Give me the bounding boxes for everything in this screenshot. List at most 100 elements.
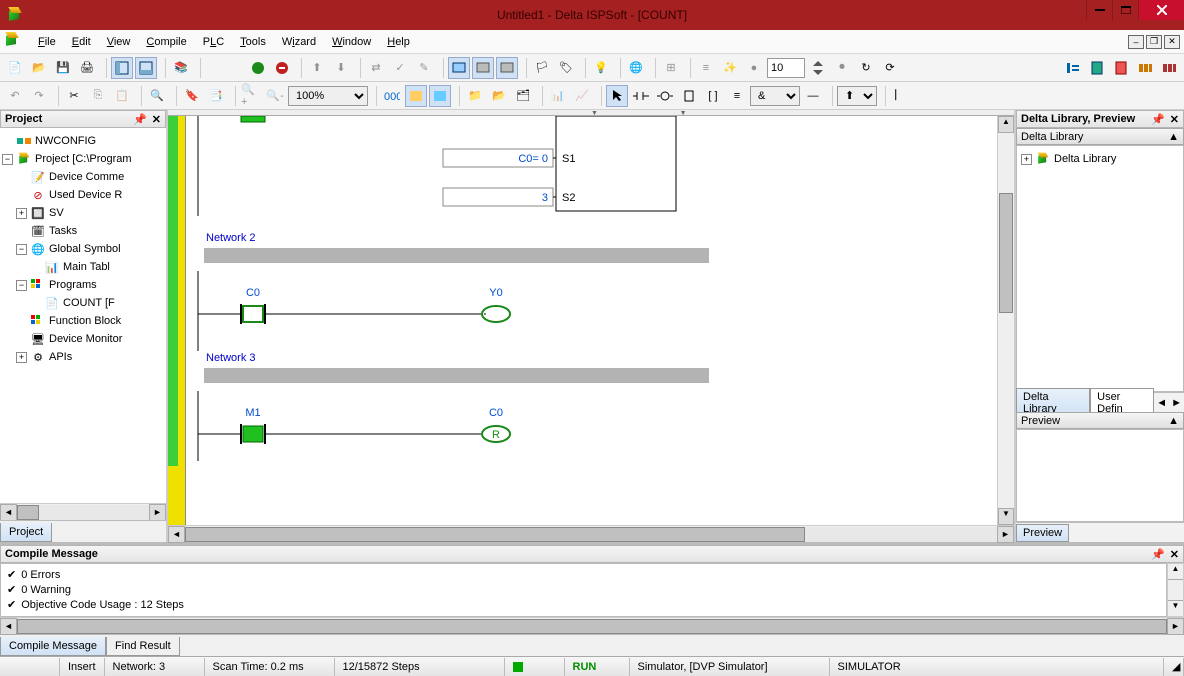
menu-help[interactable]: Help xyxy=(379,33,418,51)
menu-window[interactable]: Window xyxy=(324,33,379,51)
pointer-icon[interactable] xyxy=(606,85,628,107)
minimize-button[interactable] xyxy=(1086,0,1112,20)
monitor2-icon[interactable] xyxy=(472,57,494,79)
cut-icon[interactable]: ✂ xyxy=(63,85,85,107)
msg-hscroll[interactable]: ◄► xyxy=(0,617,1184,634)
compile-messages[interactable]: ✔0 Errors ✔0 Warning ✔Objective Code Usa… xyxy=(0,563,1167,617)
close-button[interactable] xyxy=(1138,0,1184,20)
scroll-left-icon[interactable]: ◄ xyxy=(0,504,17,521)
project-tree[interactable]: NWCONFIG −Project [C:\Program 📝Device Co… xyxy=(0,128,166,503)
block-icon[interactable] xyxy=(678,85,700,107)
tree-useddev[interactable]: Used Device R xyxy=(49,189,122,201)
msg-vscroll[interactable]: ▲ ▼ xyxy=(1167,563,1184,617)
brackets-icon[interactable]: [ ] xyxy=(702,85,724,107)
right-pin-icon[interactable]: 📌 xyxy=(1151,113,1165,126)
pin-icon[interactable]: 📌 xyxy=(133,113,147,126)
editor-hscroll[interactable]: ◄ ► xyxy=(168,525,1014,542)
menu-plc[interactable]: PLC xyxy=(195,33,232,51)
rtool4-icon[interactable] xyxy=(1134,57,1156,79)
preview-header[interactable]: Preview▲ xyxy=(1016,412,1184,429)
right-close-icon[interactable]: ✕ xyxy=(1170,113,1179,126)
menu-view[interactable]: View xyxy=(99,33,139,51)
menu-wizard[interactable]: Wizard xyxy=(274,33,324,51)
run-icon[interactable] xyxy=(247,57,269,79)
tab-nav-left[interactable]: ◄ xyxy=(1154,397,1169,409)
new-icon[interactable]: 📄 xyxy=(4,57,26,79)
save-icon[interactable]: 💾 xyxy=(52,57,74,79)
tree-dmon[interactable]: Device Monitor xyxy=(49,333,122,345)
compile-pin-icon[interactable]: 📌 xyxy=(1151,548,1165,561)
folder3-icon[interactable]: 🗂 xyxy=(512,85,534,107)
tree-programs[interactable]: Programs xyxy=(49,279,97,291)
ed-scroll-right[interactable]: ► xyxy=(997,526,1014,543)
tree-toggle[interactable]: − xyxy=(2,154,13,165)
tree-project[interactable]: Project [C:\Program xyxy=(35,153,132,165)
tree-nwconfig[interactable]: NWCONFIG xyxy=(35,135,96,147)
ladder-tool-icon[interactable]: 000 xyxy=(381,85,403,107)
panel-close-icon[interactable]: ✕ xyxy=(152,113,161,126)
pos-select[interactable]: ⬆ xyxy=(837,86,877,106)
zoom-select[interactable]: 100% xyxy=(288,86,368,106)
tag-icon[interactable]: 🏷 xyxy=(555,57,577,79)
ed-scroll-left[interactable]: ◄ xyxy=(168,526,185,543)
step-input[interactable] xyxy=(767,58,805,78)
menu-file[interactable]: File xyxy=(30,33,64,51)
view-project-icon[interactable] xyxy=(111,57,133,79)
preview-collapse-icon[interactable]: ▲ xyxy=(1168,415,1179,427)
tab-find-result[interactable]: Find Result xyxy=(106,637,180,656)
coil-icon[interactable] xyxy=(654,85,676,107)
mdi-minimize[interactable]: – xyxy=(1128,35,1144,49)
scroll-right-icon[interactable]: ► xyxy=(149,504,166,521)
tree-fblock[interactable]: Function Block xyxy=(49,315,121,327)
menu-compile[interactable]: Compile xyxy=(138,33,194,51)
stop-icon[interactable] xyxy=(271,57,293,79)
tree-gsym[interactable]: Global Symbol xyxy=(49,243,121,255)
lib-body[interactable]: +Delta Library xyxy=(1016,145,1184,392)
preview-tab[interactable]: Preview xyxy=(1016,524,1069,542)
find-icon[interactable]: 🔍 xyxy=(146,85,168,107)
sync-icon[interactable]: ⟳ xyxy=(879,57,901,79)
wand-icon[interactable]: ✨ xyxy=(719,57,741,79)
tree-devcomm[interactable]: Device Comme xyxy=(49,171,124,183)
ld-mode1-icon[interactable] xyxy=(405,85,427,107)
monitor3-icon[interactable] xyxy=(496,57,518,79)
bookmark-add-icon[interactable]: 🔖 xyxy=(181,85,203,107)
hline-icon[interactable]: — xyxy=(802,85,824,107)
folder-icon[interactable]: 📁 xyxy=(464,85,486,107)
tab-nav-right[interactable]: ► xyxy=(1169,397,1184,409)
folder2-icon[interactable]: 📂 xyxy=(488,85,510,107)
rtool3-icon[interactable] xyxy=(1110,57,1132,79)
bulb-icon[interactable]: 💡 xyxy=(590,57,612,79)
op-select[interactable]: & xyxy=(750,86,800,106)
mdi-close[interactable]: ✕ xyxy=(1164,35,1180,49)
bookmark-nav-icon[interactable]: 📑 xyxy=(205,85,227,107)
lib-header[interactable]: Delta Library▲ xyxy=(1016,128,1184,145)
ladder-canvas[interactable]: C0= 0 S1 3 S2 Network 2 C0 xyxy=(186,116,1014,525)
editor-vscroll[interactable]: ▲ ▼ xyxy=(997,116,1014,525)
books-icon[interactable]: 📚 xyxy=(170,57,192,79)
rtool1-icon[interactable] xyxy=(1062,57,1084,79)
tree-tasks[interactable]: Tasks xyxy=(49,225,77,237)
compile-close-icon[interactable]: ✕ xyxy=(1170,548,1179,561)
list-icon[interactable]: ≡ xyxy=(726,85,748,107)
rtool5-icon[interactable] xyxy=(1158,57,1180,79)
rtool2-icon[interactable] xyxy=(1086,57,1108,79)
mdi-restore[interactable]: ❐ xyxy=(1146,35,1162,49)
flag-icon[interactable]: 🏳 xyxy=(531,57,553,79)
vline-icon[interactable]: ⎸ xyxy=(890,85,912,107)
tree-count[interactable]: COUNT [F xyxy=(63,297,115,309)
collapse-icon[interactable]: ▲ xyxy=(1168,131,1179,143)
resize-grip[interactable]: ◢ xyxy=(1164,658,1184,676)
project-tab[interactable]: Project xyxy=(0,523,52,542)
spinner-icon[interactable] xyxy=(807,57,829,79)
tree-apis[interactable]: APIs xyxy=(49,351,72,363)
tree-sv[interactable]: SV xyxy=(49,207,64,219)
maximize-button[interactable] xyxy=(1112,0,1138,20)
globe-icon[interactable]: 🌐 xyxy=(625,57,647,79)
menu-tools[interactable]: Tools xyxy=(232,33,274,51)
refresh-icon[interactable]: ↻ xyxy=(855,57,877,79)
tree-maintbl[interactable]: Main Tabl xyxy=(63,261,110,273)
contact-no-icon[interactable] xyxy=(630,85,652,107)
print-icon[interactable]: 🖨 xyxy=(76,57,98,79)
tree-hscroll[interactable]: ◄ ► xyxy=(0,503,166,520)
